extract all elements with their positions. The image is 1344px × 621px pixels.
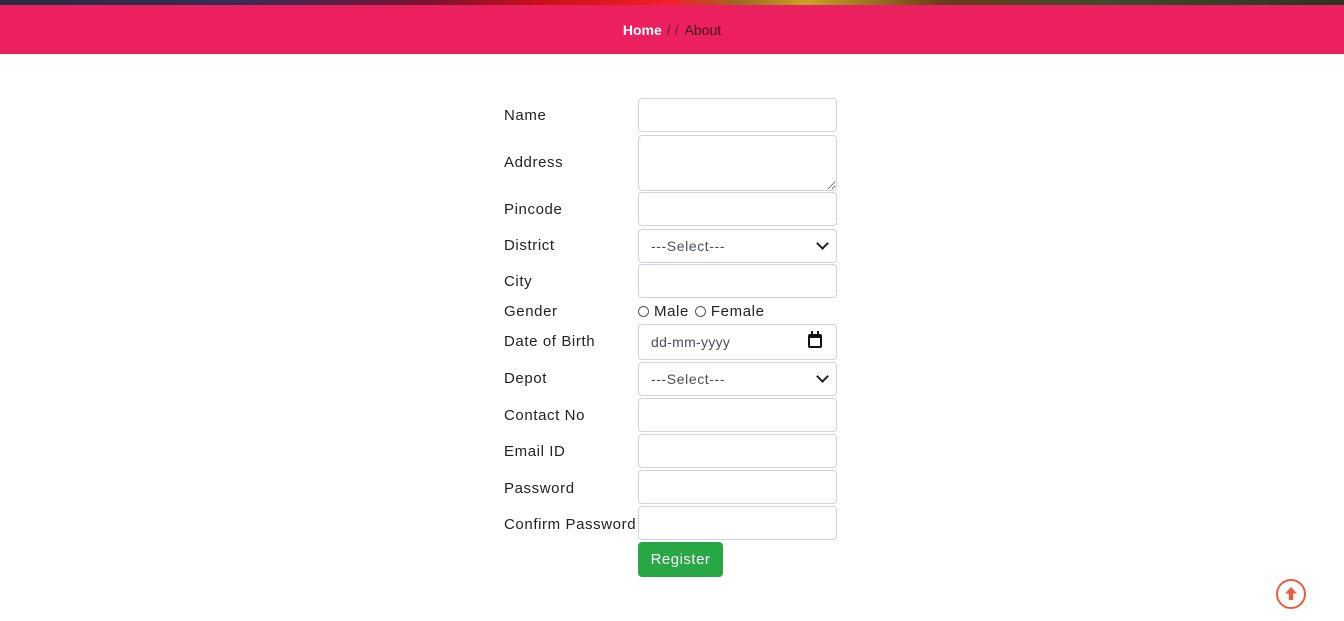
city-label: City [504,273,533,290]
dob-input[interactable]: dd-mm-yyyy [638,324,837,360]
calendar-icon[interactable] [808,331,822,348]
scroll-to-top-button[interactable] [1276,579,1306,609]
email-input[interactable] [638,434,837,468]
dob-placeholder: dd-mm-yyyy [651,334,731,350]
password-input[interactable] [638,470,837,504]
confirm-password-label: Confirm Password [504,516,637,533]
contact-input[interactable] [638,398,837,432]
address-textarea[interactable] [638,135,837,191]
pincode-input[interactable] [638,192,837,226]
district-select-wrap: ---Select--- [638,229,837,263]
arrow-up-circle-icon [1285,587,1297,600]
confirm-password-input[interactable] [638,506,837,540]
breadcrumb: Home / / About [0,5,1344,54]
gender-label: Gender [504,303,558,320]
address-label: Address [504,154,564,171]
contact-label: Contact No [504,407,586,424]
dob-label: Date of Birth [504,333,596,350]
gender-male-label: Male [654,303,689,320]
gender-female-label: Female [710,303,765,320]
register-button[interactable]: Register [638,542,723,577]
depot-label: Depot [504,370,548,387]
breadcrumb-current: About [684,21,722,38]
breadcrumb-separator: / [674,21,679,38]
district-label: District [504,237,555,254]
gender-radio-group: Male Female [638,303,771,320]
name-label: Name [504,107,547,124]
depot-select-wrap: ---Select--- [638,362,837,396]
breadcrumb-home-link[interactable]: Home [623,22,662,38]
pincode-label: Pincode [504,201,563,218]
gender-female-radio[interactable] [694,306,706,317]
password-label: Password [504,480,575,497]
district-select[interactable]: ---Select--- [638,229,837,263]
gender-male-radio[interactable] [638,306,649,317]
city-input[interactable] [638,264,837,298]
breadcrumb-separator: / [666,21,671,38]
depot-select[interactable]: ---Select--- [638,362,837,396]
name-input[interactable] [638,98,837,132]
email-label: Email ID [504,443,566,460]
